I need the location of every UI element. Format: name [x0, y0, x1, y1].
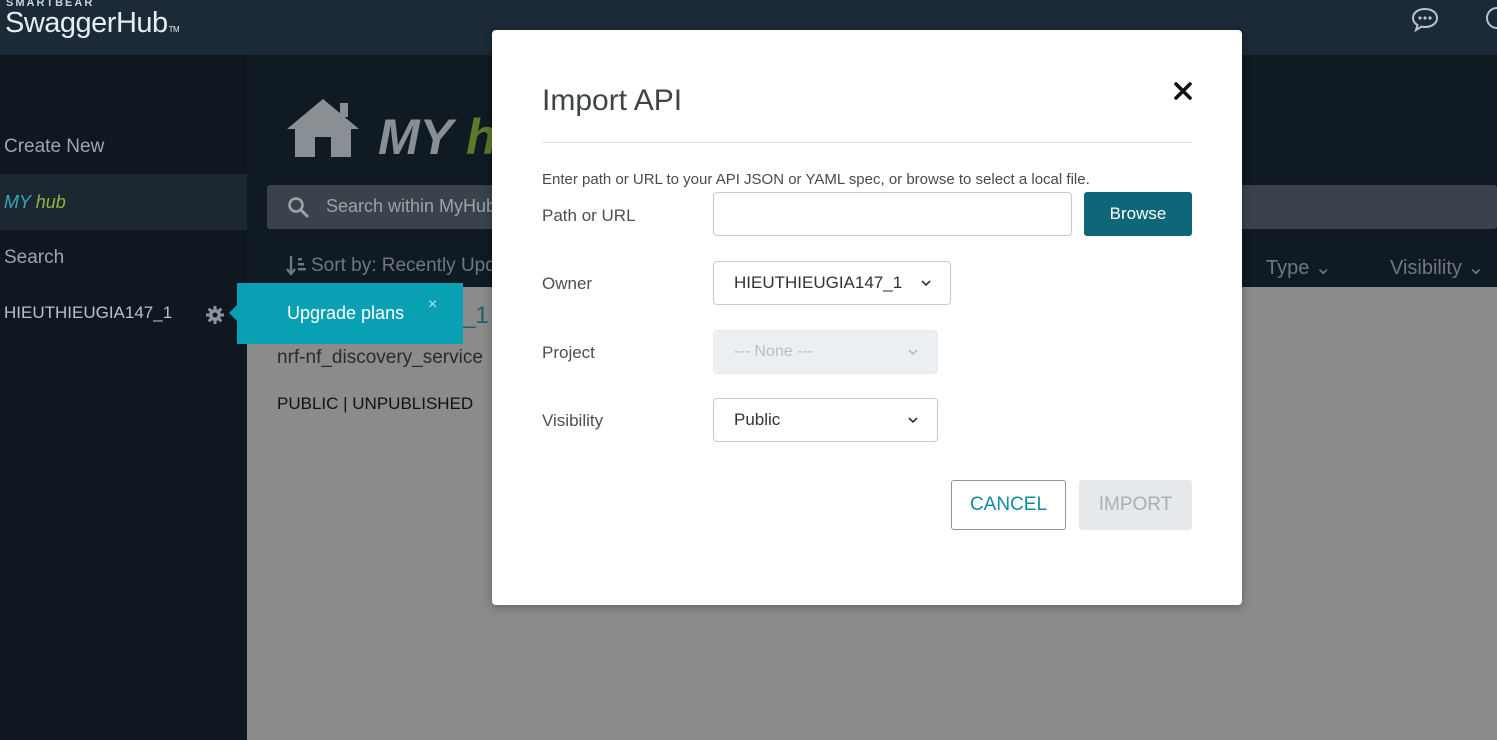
close-icon[interactable]: ×	[428, 296, 437, 314]
sort-icon[interactable]	[286, 254, 308, 276]
import-api-dialog: Import API Enter path or URL to your API…	[492, 30, 1242, 605]
page-title-my: MY	[378, 109, 453, 165]
brand-logo[interactable]: SwaggerHubTM	[5, 7, 180, 40]
dialog-title: Import API	[542, 84, 683, 117]
visibility-filter-dropdown[interactable]: Visibility ⌄	[1390, 255, 1484, 280]
chat-icon[interactable]	[1410, 6, 1440, 32]
owner-select[interactable]: HIEUTHIEUGIA147_1	[713, 261, 951, 305]
project-label: Project	[542, 343, 595, 362]
dialog-description: Enter path or URL to your API JSON or YA…	[542, 171, 1090, 188]
visibility-label: Visibility	[542, 411, 604, 430]
upgrade-plans-label[interactable]: Upgrade plans	[287, 303, 404, 324]
project-select: --- None ---	[713, 330, 938, 374]
cancel-button[interactable]: CANCEL	[951, 480, 1066, 530]
chevron-down-icon: ⌄	[1467, 257, 1485, 279]
help-icon[interactable]	[1485, 6, 1497, 30]
chevron-down-icon	[921, 280, 931, 287]
type-filter-dropdown[interactable]: Type ⌄	[1266, 255, 1332, 280]
brand-name: SwaggerHub	[5, 7, 168, 39]
brand-trademark: TM	[168, 25, 180, 34]
api-status: PUBLIC | UNPUBLISHED	[277, 394, 474, 413]
path-or-url-input[interactable]	[713, 192, 1072, 236]
sidebar-item-search[interactable]: Search	[0, 247, 247, 269]
chevron-down-icon: ⌄	[1314, 257, 1332, 279]
owner-label: Owner	[542, 274, 593, 293]
chevron-down-icon	[908, 417, 918, 424]
search-icon	[288, 197, 309, 218]
home-icon	[287, 99, 359, 157]
sort-dropdown[interactable]: Sort by: Recently Upd	[311, 255, 496, 277]
browse-button[interactable]: Browse	[1084, 192, 1192, 236]
search-input-placeholder[interactable]: Search within MyHub	[326, 196, 496, 217]
myhub-hub-text: hub	[35, 192, 66, 212]
upgrade-plans-tooltip[interactable]: Upgrade plans ×	[229, 283, 463, 344]
api-name[interactable]: nrf-nf_discovery_service	[277, 347, 483, 369]
dialog-divider	[542, 142, 1192, 143]
path-label: Path or URL	[542, 206, 636, 225]
owner-select-value: HIEUTHIEUGIA147_1	[734, 273, 903, 292]
api-owner-link[interactable]: _1	[462, 302, 489, 330]
sidebar-item-myhub[interactable]: MY hub	[0, 174, 247, 230]
myhub-my-text: MY	[4, 192, 31, 212]
visibility-filter-label: Visibility	[1390, 257, 1462, 279]
sidebar-item-create-new[interactable]: Create New	[0, 136, 247, 158]
visibility-select-value: Public	[734, 410, 781, 429]
import-button: IMPORT	[1079, 480, 1192, 530]
visibility-select[interactable]: Public	[713, 398, 938, 442]
project-select-value: --- None ---	[734, 343, 814, 360]
close-icon[interactable]	[1172, 80, 1194, 102]
chevron-down-icon	[908, 349, 918, 356]
sidebar: Create New MY hub Search HIEUTHIEUGIA147…	[0, 55, 247, 740]
type-filter-label: Type	[1266, 257, 1310, 279]
gear-icon[interactable]	[205, 305, 225, 325]
